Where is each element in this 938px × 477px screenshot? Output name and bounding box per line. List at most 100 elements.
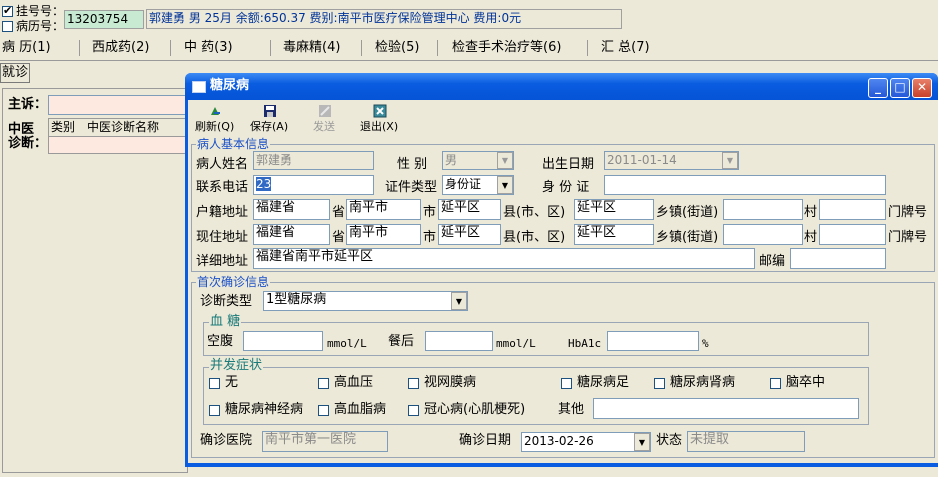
fasting-input[interactable] [243,331,323,351]
refresh-button[interactable]: 刷新(Q) [195,121,234,133]
chevron-down-icon[interactable]: ▼ [722,152,738,169]
tcm-diagnosis-grid[interactable]: 类别 中医诊断名称 [48,118,191,154]
comp-coronary-checkbox[interactable] [408,405,419,416]
hukou-city[interactable]: 南平市 [346,199,421,220]
idno-label: 身 份 证 [542,180,590,195]
idtype-label: 证件类型 [385,180,438,195]
percent-label: % [702,337,709,350]
send-button[interactable]: 发送 [313,121,335,133]
tab-medical-record[interactable]: 病 历(1) [0,37,57,58]
hukou-town[interactable]: 延平区 [574,199,654,220]
hukou-house-number[interactable] [819,199,886,220]
window-icon [192,81,206,93]
blood-sugar-legend: 血 糖 [209,314,242,329]
minimize-button[interactable]: _ [868,78,888,98]
shi-label: 市 [423,230,437,245]
maximize-button[interactable]: □ [890,78,910,98]
comp-diabetic-foot-label: 糖尿病足 [577,375,630,390]
chevron-down-icon[interactable]: ▼ [451,292,467,310]
dialog-titlebar[interactable] [185,73,938,100]
current-county[interactable]: 延平区 [438,224,501,245]
patient-name-field[interactable]: 郭建勇 [253,151,374,170]
date-label: 确诊日期 [459,433,512,448]
comp-diabetic-foot-checkbox[interactable] [561,378,572,389]
tab-narcotics[interactable]: 毒麻精(4) [277,37,346,58]
comp-none-label: 无 [225,375,239,390]
diag-type-select[interactable]: 1型糖尿病 [263,291,468,311]
status-field[interactable]: 未提取 [687,431,805,452]
other-complication-input[interactable] [593,398,859,419]
save-button[interactable]: 保存(A) [250,121,288,133]
sheng-label: 省 [332,205,346,220]
hospital-label: 确诊医院 [200,433,253,448]
detail-address-field[interactable]: 福建省南平市延平区 [253,248,755,269]
comp-hypertension-checkbox[interactable] [318,378,329,389]
hba1c-input[interactable] [607,331,699,351]
diag-type-label: 诊断类型 [200,294,253,309]
table-row[interactable] [49,137,187,153]
post-meal-input[interactable] [425,331,493,351]
hukou-village[interactable] [723,199,803,220]
id-number-input[interactable] [604,175,886,195]
postcode-label: 邮编 [759,254,786,269]
jiuzhen-button[interactable]: 就诊 [0,63,30,83]
current-province[interactable]: 福建省 [253,224,330,245]
postcode-field[interactable] [790,248,886,269]
comp-nephropathy-label: 糖尿病肾病 [670,375,736,390]
top-bar: ✔ 挂号号： 病历号： 13203754 郭建勇 男 25月 余额:650.37… [0,0,938,36]
xian-label: 县(市、区) [503,205,566,220]
zhusu-label: 主诉： [8,97,48,112]
comp-retinopathy-checkbox[interactable] [408,378,419,389]
xiang-label: 乡镇(街道) [656,230,719,245]
tab-separator [79,40,80,56]
chevron-down-icon[interactable]: ▼ [634,433,650,451]
tab-summary[interactable]: 汇 总(7) [595,37,656,58]
chevron-down-icon[interactable]: ▼ [497,176,513,194]
comp-hyperlipidemia-checkbox[interactable] [318,405,329,416]
tab-separator [170,40,171,56]
tab-separator [587,40,588,56]
id-number-field[interactable]: 13203754 [64,10,144,29]
close-button[interactable]: ✕ [912,78,932,98]
save-icon [263,104,277,118]
current-house-number[interactable] [819,224,886,245]
phone-value: 23 [256,177,272,191]
refresh-icon [208,104,222,118]
comp-stroke-checkbox[interactable] [770,378,781,389]
birth-date-field[interactable]: 2011-01-14 [604,151,739,170]
comp-neuropathy-checkbox[interactable] [209,405,220,416]
xiang-label: 乡镇(街道) [656,205,719,220]
menpai-label: 门牌号 [888,230,928,245]
col-header-name: 中医诊断名称 [85,119,191,137]
hukou-county[interactable]: 延平区 [438,199,501,220]
diagnosis-legend: 首次确诊信息 [196,275,271,289]
comp-retinopathy-label: 视网膜病 [424,375,477,390]
hukou-province[interactable]: 福建省 [253,199,330,220]
other-label: 其他 [558,402,585,417]
chevron-down-icon[interactable]: ▼ [497,152,513,169]
current-town[interactable]: 延平区 [574,224,654,245]
tab-exams-surgery[interactable]: 检查手术治疗等(6) [446,37,567,58]
hukou-label: 户籍地址 [196,205,249,220]
tab-lab-tests[interactable]: 检验(5) [369,37,425,58]
tab-western-medicine[interactable]: 西成药(2) [86,37,155,58]
comp-coronary-label: 冠心病(心肌梗死) [424,402,526,417]
current-city[interactable]: 南平市 [346,224,421,245]
current-village[interactable] [723,224,803,245]
zhusu-input[interactable] [48,95,188,115]
diag-date-field[interactable]: 2013-02-26 [521,432,651,452]
bingli-checkbox[interactable] [2,21,13,32]
exit-button[interactable]: 退出(X) [360,121,398,133]
menpai-label: 门牌号 [888,205,928,220]
post-meal-unit: mmol/L [496,337,536,350]
detail-addr-label: 详细地址 [196,254,249,269]
comp-nephropathy-checkbox[interactable] [654,378,665,389]
exit-icon [373,104,387,118]
phone-field[interactable]: 23 [253,175,374,195]
comp-none-checkbox[interactable] [209,378,220,389]
tab-chinese-medicine[interactable]: 中 药(3) [178,37,239,58]
patient-info-bar: 郭建勇 男 25月 余额:650.37 费别:南平市医疗保险管理中心 费用:0元 [146,9,622,29]
hospital-field[interactable]: 南平市第一医院 [262,431,388,452]
comp-stroke-label: 脑卒中 [786,375,826,390]
shi-label: 市 [423,205,437,220]
